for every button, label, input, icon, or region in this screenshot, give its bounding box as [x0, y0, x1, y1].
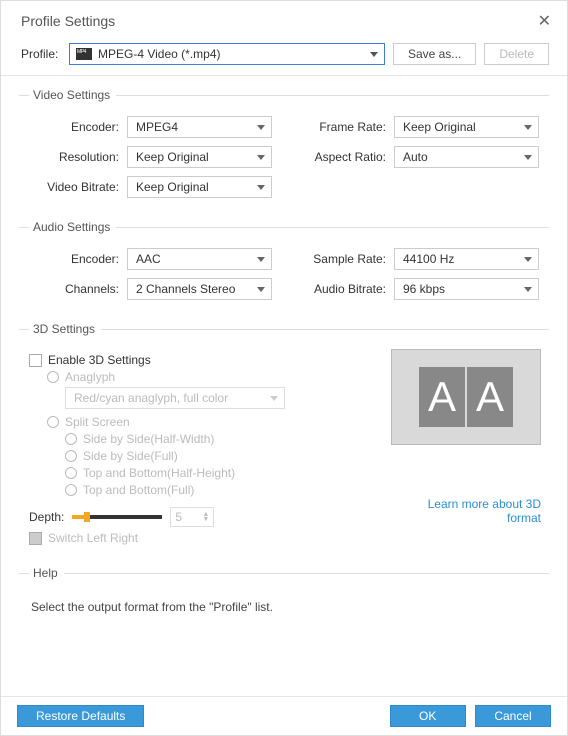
preview-letter-right: A — [467, 367, 513, 427]
video-bitrate-value: Keep Original — [136, 180, 209, 194]
resolution-select[interactable]: Keep Original — [127, 146, 272, 168]
depth-spinner: 5 ▲▼ — [170, 507, 214, 527]
depth-value: 5 — [175, 510, 182, 524]
sbs-half-radio — [65, 433, 77, 445]
chevron-down-icon — [524, 155, 532, 160]
channels-value: 2 Channels Stereo — [136, 282, 235, 296]
tb-full-label: Top and Bottom(Full) — [83, 483, 194, 497]
switch-lr-checkbox — [29, 532, 42, 545]
profile-value: MPEG-4 Video (*.mp4) — [98, 47, 221, 61]
audio-settings-group: Audio Settings Encoder: AAC Sample Rate:… — [19, 220, 549, 316]
tb-full-radio — [65, 484, 77, 496]
tb-half-radio — [65, 467, 77, 479]
video-settings-group: Video Settings Encoder: MPEG4 Frame Rate… — [19, 88, 549, 214]
mp4-icon — [76, 48, 92, 60]
enable-3d-checkbox[interactable] — [29, 354, 42, 367]
audio-settings-legend: Audio Settings — [29, 220, 116, 234]
profile-select[interactable]: MPEG-4 Video (*.mp4) — [69, 43, 385, 65]
video-encoder-value: MPEG4 — [136, 120, 178, 134]
video-encoder-label: Encoder: — [29, 120, 119, 134]
aspect-ratio-label: Aspect Ratio: — [296, 150, 386, 164]
sbs-full-label: Side by Side(Full) — [83, 449, 178, 463]
close-icon[interactable]: ✕ — [538, 11, 551, 31]
three-d-preview: A A — [391, 349, 541, 445]
framerate-value: Keep Original — [403, 120, 476, 134]
samplerate-value: 44100 Hz — [403, 252, 454, 266]
audio-bitrate-value: 96 kbps — [403, 282, 445, 296]
help-group: Help Select the output format from the "… — [19, 566, 549, 626]
framerate-label: Frame Rate: — [296, 120, 386, 134]
sbs-half-label: Side by Side(Half-Width) — [83, 432, 214, 446]
split-screen-radio — [47, 416, 59, 428]
video-bitrate-select[interactable]: Keep Original — [127, 176, 272, 198]
chevron-down-icon — [257, 125, 265, 130]
audio-bitrate-label: Audio Bitrate: — [296, 282, 386, 296]
anaglyph-type-value: Red/cyan anaglyph, full color — [74, 391, 228, 405]
framerate-select[interactable]: Keep Original — [394, 116, 539, 138]
switch-lr-label: Switch Left Right — [48, 531, 138, 545]
anaglyph-type-select: Red/cyan anaglyph, full color — [65, 387, 285, 409]
channels-select[interactable]: 2 Channels Stereo — [127, 278, 272, 300]
enable-3d-label: Enable 3D Settings — [48, 353, 151, 367]
help-text: Select the output format from the "Profi… — [23, 590, 545, 614]
tb-half-label: Top and Bottom(Half-Height) — [83, 466, 235, 480]
aspect-ratio-value: Auto — [403, 150, 428, 164]
page-title: Profile Settings — [21, 13, 115, 29]
chevron-down-icon — [257, 257, 265, 262]
video-settings-legend: Video Settings — [29, 88, 116, 102]
three-d-legend: 3D Settings — [29, 322, 101, 336]
learn-3d-link[interactable]: Learn more about 3D format — [391, 497, 541, 525]
cancel-button[interactable]: Cancel — [475, 705, 551, 727]
chevron-down-icon — [524, 287, 532, 292]
audio-encoder-value: AAC — [136, 252, 161, 266]
anaglyph-label: Anaglyph — [65, 370, 115, 384]
chevron-down-icon — [370, 52, 378, 57]
save-as-button[interactable]: Save as... — [393, 43, 476, 65]
delete-button: Delete — [484, 43, 549, 65]
spin-down-icon: ▼ — [202, 517, 209, 522]
split-screen-label: Split Screen — [65, 415, 130, 429]
audio-encoder-select[interactable]: AAC — [127, 248, 272, 270]
chevron-down-icon — [270, 396, 278, 401]
anaglyph-radio — [47, 371, 59, 383]
preview-letter-left: A — [419, 367, 465, 427]
audio-encoder-label: Encoder: — [29, 252, 119, 266]
channels-label: Channels: — [29, 282, 119, 296]
aspect-ratio-select[interactable]: Auto — [394, 146, 539, 168]
help-legend: Help — [29, 566, 64, 580]
video-bitrate-label: Video Bitrate: — [29, 180, 119, 194]
depth-label: Depth: — [29, 510, 64, 524]
chevron-down-icon — [524, 257, 532, 262]
samplerate-select[interactable]: 44100 Hz — [394, 248, 539, 270]
profile-label: Profile: — [21, 47, 61, 61]
restore-defaults-button[interactable]: Restore Defaults — [17, 705, 144, 727]
chevron-down-icon — [257, 185, 265, 190]
video-encoder-select[interactable]: MPEG4 — [127, 116, 272, 138]
resolution-value: Keep Original — [136, 150, 209, 164]
chevron-down-icon — [257, 155, 265, 160]
depth-slider[interactable] — [72, 515, 162, 519]
audio-bitrate-select[interactable]: 96 kbps — [394, 278, 539, 300]
resolution-label: Resolution: — [29, 150, 119, 164]
slider-thumb-icon[interactable] — [84, 512, 90, 522]
chevron-down-icon — [524, 125, 532, 130]
sbs-full-radio — [65, 450, 77, 462]
chevron-down-icon — [257, 287, 265, 292]
ok-button[interactable]: OK — [390, 705, 466, 727]
samplerate-label: Sample Rate: — [296, 252, 386, 266]
